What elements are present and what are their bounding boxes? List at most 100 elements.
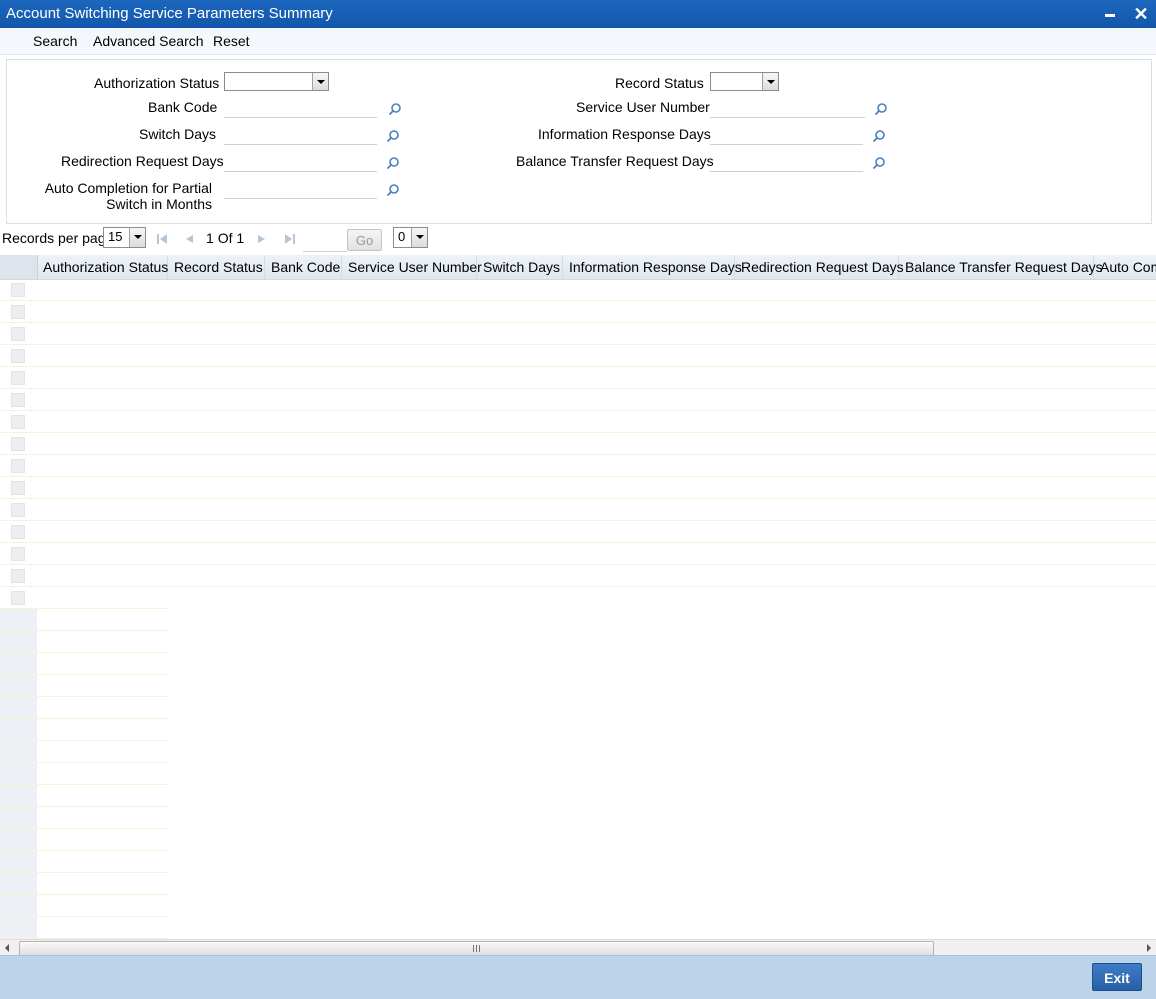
- row-checkbox[interactable]: [11, 569, 25, 583]
- row-checkbox[interactable]: [11, 481, 25, 495]
- table-row[interactable]: [0, 345, 1156, 367]
- row-stub: [0, 697, 37, 718]
- advanced-search-button[interactable]: Advanced Search: [93, 33, 204, 49]
- chevron-down-icon: [411, 228, 427, 247]
- page-jump-select[interactable]: 0: [393, 227, 428, 248]
- row-checkbox[interactable]: [11, 525, 25, 539]
- redirection-request-days-input[interactable]: [224, 152, 377, 172]
- table-row[interactable]: [0, 543, 1156, 565]
- search-icon[interactable]: [872, 129, 886, 143]
- search-button[interactable]: Search: [33, 33, 77, 49]
- go-button[interactable]: Go: [347, 229, 382, 251]
- record-status-label: Record Status: [615, 75, 704, 91]
- search-icon[interactable]: [386, 156, 400, 170]
- table-row[interactable]: [0, 521, 1156, 543]
- table-row[interactable]: [0, 477, 1156, 499]
- column-authorization-status[interactable]: Authorization Status: [37, 255, 168, 279]
- select-all-column[interactable]: [0, 255, 38, 279]
- last-page-icon[interactable]: [284, 233, 296, 245]
- column-switch-days[interactable]: Switch Days: [477, 255, 563, 279]
- search-icon[interactable]: [386, 183, 400, 197]
- table-row[interactable]: [0, 565, 1156, 587]
- minimize-button[interactable]: [1100, 4, 1120, 24]
- empty-row: [0, 807, 168, 829]
- total-pages: 1: [236, 230, 245, 246]
- table-row[interactable]: [0, 411, 1156, 433]
- scroll-right-icon[interactable]: [1140, 940, 1156, 956]
- auto-completion-label: Auto Completion for Partial Switch in Mo…: [44, 180, 212, 212]
- column-redirection-request-days[interactable]: Redirection Request Days: [735, 255, 904, 279]
- empty-row: [0, 873, 168, 895]
- authorization-status-select[interactable]: [224, 72, 329, 91]
- table-row[interactable]: [0, 499, 1156, 521]
- row-checkbox[interactable]: [11, 371, 25, 385]
- row-checkbox[interactable]: [11, 503, 25, 517]
- window-title: Account Switching Service Parameters Sum…: [6, 5, 333, 22]
- table-row[interactable]: [0, 323, 1156, 345]
- row-stub: [0, 609, 37, 630]
- column-service-user-number[interactable]: Service User Number: [342, 255, 482, 279]
- row-checkbox[interactable]: [11, 305, 25, 319]
- search-icon[interactable]: [388, 102, 402, 116]
- table-row[interactable]: [0, 279, 1156, 301]
- of-label: Of: [217, 230, 233, 246]
- reset-button[interactable]: Reset: [213, 33, 250, 49]
- empty-row: [0, 653, 168, 675]
- service-user-number-input[interactable]: [710, 98, 865, 118]
- row-checkbox[interactable]: [11, 547, 25, 561]
- auto-completion-input[interactable]: [224, 179, 377, 199]
- row-stub: [0, 829, 37, 850]
- row-checkbox[interactable]: [11, 393, 25, 407]
- column-balance-transfer-request-days[interactable]: Balance Transfer Request Days: [899, 255, 1103, 279]
- exit-button[interactable]: Exit: [1092, 963, 1142, 991]
- scrollbar-thumb[interactable]: [19, 941, 934, 956]
- records-per-page-select[interactable]: 15: [103, 227, 146, 248]
- service-user-number-label: Service User Number: [576, 99, 710, 115]
- row-checkbox[interactable]: [11, 437, 25, 451]
- empty-row: [0, 719, 168, 741]
- column-record-status[interactable]: Record Status: [168, 255, 265, 279]
- horizontal-scrollbar[interactable]: [0, 939, 1156, 956]
- previous-page-icon[interactable]: [183, 233, 195, 245]
- balance-transfer-request-days-input[interactable]: [710, 152, 863, 172]
- column-bank-code[interactable]: Bank Code: [265, 255, 342, 279]
- search-icon[interactable]: [874, 102, 888, 116]
- balance-transfer-request-days-label: Balance Transfer Request Days: [516, 153, 714, 169]
- scroll-left-icon[interactable]: [0, 940, 16, 956]
- minimize-icon: [1105, 14, 1115, 17]
- empty-row: [0, 631, 168, 653]
- row-checkbox[interactable]: [11, 283, 25, 297]
- information-response-days-label: Information Response Days: [538, 126, 711, 142]
- page-number-input[interactable]: [303, 231, 347, 252]
- row-stub: [0, 719, 37, 740]
- toolbar: Search Advanced Search Reset: [0, 28, 1156, 55]
- column-auto-completion[interactable]: Auto Com: [1094, 255, 1156, 279]
- switch-days-input[interactable]: [224, 125, 377, 145]
- table-row[interactable]: [0, 301, 1156, 323]
- row-stub: [0, 873, 37, 894]
- column-information-response-days[interactable]: Information Response Days: [563, 255, 742, 279]
- record-status-select[interactable]: [710, 72, 779, 91]
- close-button[interactable]: ✕: [1131, 4, 1151, 24]
- grip-icon: [473, 945, 480, 952]
- empty-row: [0, 763, 168, 785]
- first-page-icon[interactable]: [156, 233, 168, 245]
- next-page-icon[interactable]: [256, 233, 268, 245]
- page-info: 1 Of 1: [206, 230, 244, 246]
- information-response-days-input[interactable]: [710, 125, 863, 145]
- row-stub: [0, 807, 37, 828]
- row-checkbox[interactable]: [11, 327, 25, 341]
- row-checkbox[interactable]: [11, 459, 25, 473]
- empty-row: [0, 697, 168, 719]
- search-icon[interactable]: [872, 156, 886, 170]
- table-row[interactable]: [0, 367, 1156, 389]
- row-checkbox[interactable]: [11, 415, 25, 429]
- table-row[interactable]: [0, 433, 1156, 455]
- bank-code-input[interactable]: [224, 98, 377, 118]
- row-stub: [0, 895, 37, 916]
- search-icon[interactable]: [386, 129, 400, 143]
- row-stub: [0, 653, 37, 674]
- table-row[interactable]: [0, 455, 1156, 477]
- table-row[interactable]: [0, 389, 1156, 411]
- row-checkbox[interactable]: [11, 349, 25, 363]
